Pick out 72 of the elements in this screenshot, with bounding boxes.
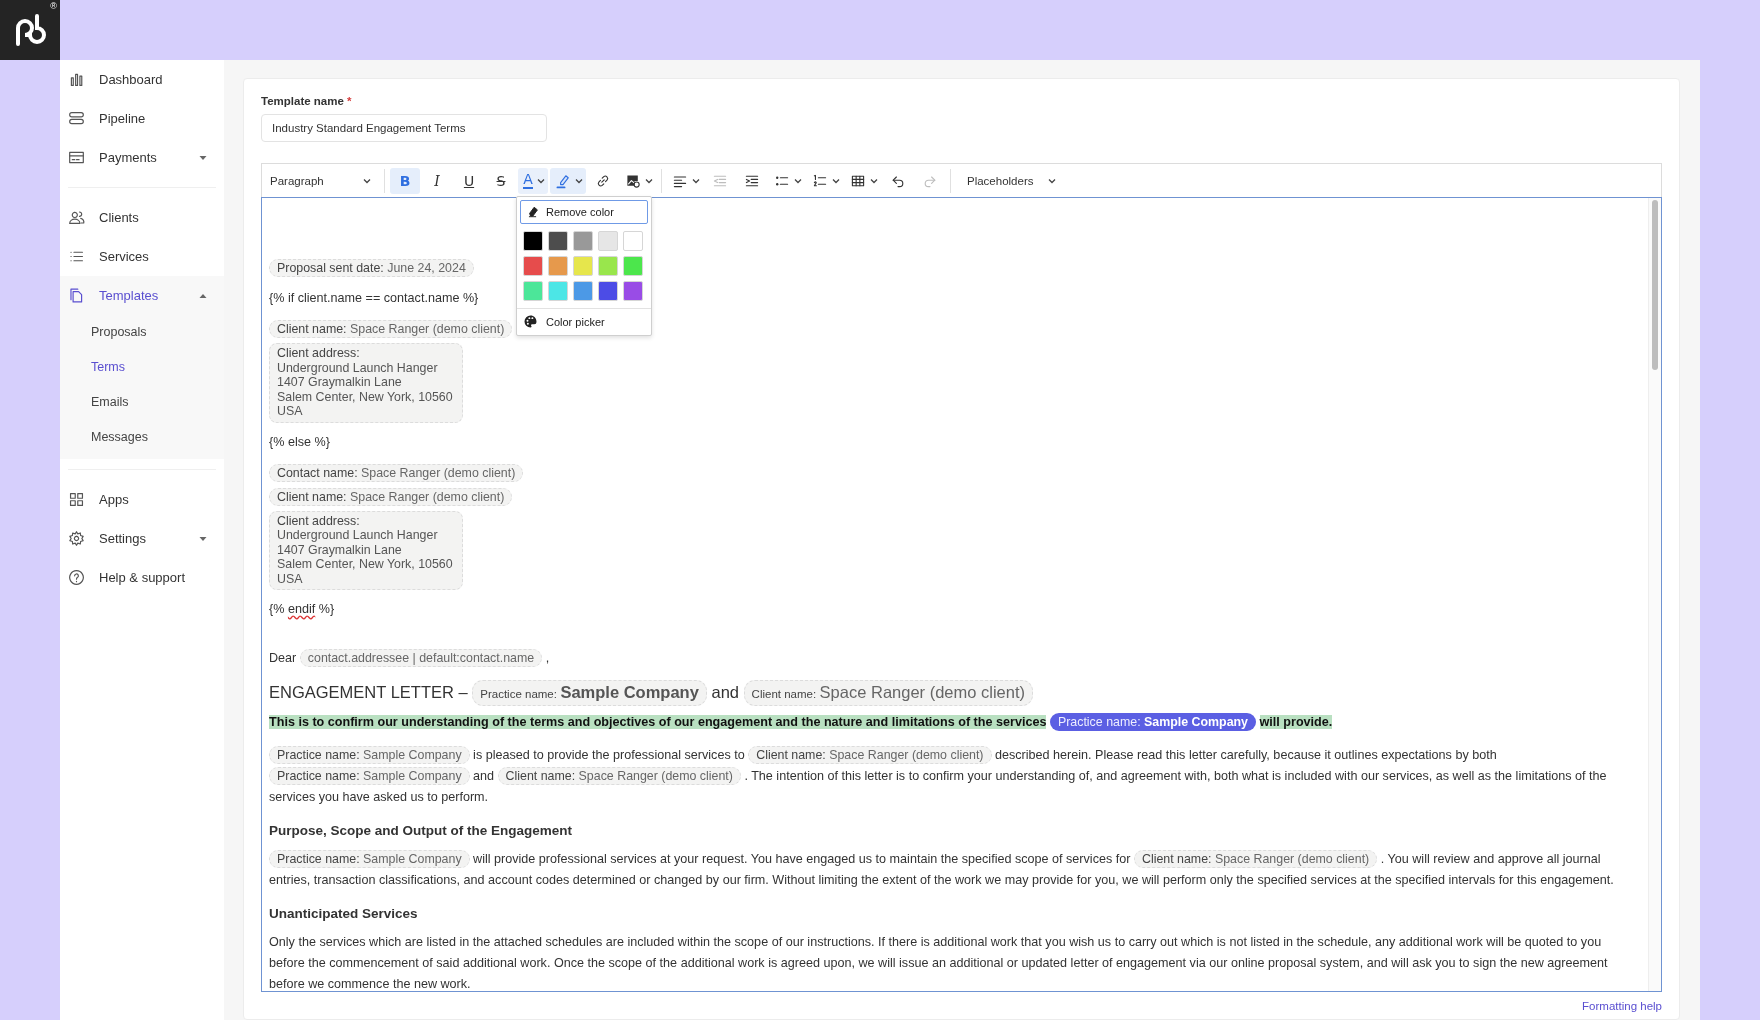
sidebar-item[interactable]: Pipeline	[60, 99, 224, 138]
color-swatch[interactable]	[573, 255, 593, 276]
placeholder-chip[interactable]: Client name: Space Ranger (demo client)	[269, 487, 513, 506]
help-icon	[68, 569, 85, 586]
strikethrough-button[interactable]: S	[486, 167, 516, 194]
color-swatch[interactable]	[623, 230, 643, 251]
field-label: Template name	[261, 95, 344, 107]
settings-icon	[68, 530, 85, 547]
sidebar-item[interactable]: Templates	[60, 276, 224, 315]
placeholder-chip[interactable]: Client name: Space Ranger (demo client)	[269, 320, 513, 338]
sidebar-subitem[interactable]: Emails	[60, 385, 224, 420]
sidebar-item[interactable]: Apps	[60, 480, 224, 519]
underline-button[interactable]: U	[454, 167, 484, 194]
paragraph: Practice name: Sample Company will provide professional services at your request. You have engaged us to maintain the specified scope of services for Client name: Space Ranger (demo client) . You will review and approve all journal entries, transaction classifications, and account codes determined or changed by our firm. Without limiting the extent of the work we may provide for you, we will perform only the specified services at the specified intervals for this engagement.	[269, 849, 1615, 889]
color-swatch[interactable]	[523, 255, 543, 276]
sidebar-item[interactable]: Clients	[60, 198, 224, 237]
bar-chart-icon	[68, 71, 85, 88]
paragraph: Only the services which are listed in the attached schedules are included within the scope of our instructions. If there is additional work that you wish us to carry out which is not listed in the schedule, any additional work will be quoted to you before the commencement of said additional work. Once the scope of the additional work is agreed upon, we will issue an additional or updated letter of engagement via our online proposal system, and will ask you to sign the new agreement before we commence the new work.	[269, 934, 1609, 991]
color-picker-button[interactable]: Color picker	[517, 308, 651, 335]
color-swatch[interactable]	[598, 230, 618, 251]
sidebar-subitem[interactable]: Proposals	[60, 315, 224, 350]
template-tag: {% if client.name == contact.name %}	[269, 291, 479, 305]
letter-heading: ENGAGEMENT LETTER – Practice name: Sample Company and Client name: Space Ranger (demo client)	[269, 679, 1625, 706]
color-swatch[interactable]	[548, 255, 568, 276]
card-icon	[68, 149, 85, 166]
formatting-help-link[interactable]: Formatting help	[1582, 1000, 1662, 1012]
paragraph-dropdown[interactable]: Paragraph	[262, 167, 380, 194]
highlighted-paragraph: This is to confirm our understanding of the terms and objectives of our engagement and the nature and limitations of the services Practice name: Sample Company will provide.	[269, 712, 1334, 733]
input-field[interactable]: Industry Standard Engagement Terms	[261, 114, 547, 142]
section-heading: Purpose, Scope and Output of the Engagement	[269, 823, 573, 838]
eraser-icon	[527, 205, 540, 218]
placeholders-dropdown[interactable]: Placeholders	[959, 167, 1065, 194]
sidebar-item[interactable]: Settings	[60, 519, 224, 558]
sidebar-subitem[interactable]: Messages	[60, 420, 224, 455]
paragraph: Dear contact.addressee | default:contact.name ,	[269, 648, 551, 669]
template-tag: {% endif %}	[269, 602, 335, 616]
color-swatch[interactable]	[598, 280, 618, 301]
color-swatch[interactable]	[548, 280, 568, 301]
sidebar-item[interactable]: Help & support	[60, 558, 224, 597]
address-placeholder[interactable]: Client address: Underground Launch Hanger 1407 Graymalkin Lane Salem Center, New York, 10560 USA	[269, 343, 463, 423]
color-swatch[interactable]	[548, 230, 568, 251]
placeholder-chip[interactable]: Proposal sent date: June 24, 2024	[269, 259, 474, 277]
sidebar-item[interactable]: Dashboard	[60, 60, 224, 99]
palette-icon	[523, 314, 538, 329]
color-swatch[interactable]	[523, 230, 543, 251]
color-swatch[interactable]	[573, 280, 593, 301]
color-swatch[interactable]	[598, 255, 618, 276]
color-swatch[interactable]	[623, 255, 643, 276]
section-heading: Unanticipated Services	[269, 906, 418, 921]
scrollbar-thumb[interactable]	[1652, 200, 1658, 370]
italic-button[interactable]: I	[422, 167, 452, 194]
font-color-button[interactable]: A	[518, 167, 548, 194]
color-swatch[interactable]	[623, 280, 643, 301]
sidebar-subitem[interactable]: Terms	[60, 350, 224, 385]
sidebar-item[interactable]: Payments	[60, 138, 224, 177]
paragraph: Practice name: Sample Company is pleased to provide the professional services to Client name: Space Ranger (demo client) described herein. Please read this letter carefully, because it outlines expectations by both Practice name: Sample Company and Client name: Space Ranger (demo client) . The intention of this letter is to confirm your understanding of, and agreement with, both what is included with our services, as well as the limitations of the services you have asked us to perform.	[269, 745, 1608, 806]
logo[interactable]: ®	[0, 0, 60, 60]
stacked-bars-icon	[68, 110, 85, 127]
grid-icon	[68, 491, 85, 508]
remove-color-button[interactable]: Remove color	[520, 199, 648, 224]
color-swatch[interactable]	[523, 280, 543, 301]
people-icon	[68, 209, 85, 226]
sidebar-item[interactable]: Services	[60, 237, 224, 276]
highlight-button[interactable]	[550, 167, 586, 194]
placeholder-chip[interactable]: Contact name: Space Ranger (demo client)	[269, 463, 524, 482]
bold-button[interactable]: B	[390, 167, 420, 194]
documents-icon	[68, 287, 85, 304]
required-mark: *	[346, 95, 352, 107]
color-swatch[interactable]	[573, 230, 593, 251]
template-tag: {% else %}	[269, 434, 330, 449]
editor-area[interactable]	[261, 197, 1662, 992]
address-placeholder[interactable]: Client address: Underground Launch Hanger 1407 Graymalkin Lane Salem Center, New York, 10560 USA	[269, 510, 463, 590]
